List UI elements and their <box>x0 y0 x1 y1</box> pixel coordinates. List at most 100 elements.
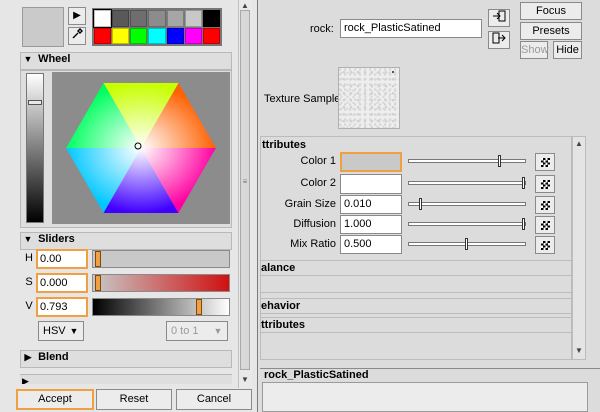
collapsed-section-attributes[interactable]: ttributes <box>260 317 572 333</box>
reset-button[interactable]: Reset <box>96 389 172 410</box>
attribute-value-field[interactable]: 0.010 <box>340 195 402 214</box>
h-slider[interactable] <box>92 250 230 268</box>
accept-button[interactable]: Accept <box>16 389 94 410</box>
palette-swatch[interactable] <box>130 10 148 27</box>
attributes-section-header[interactable]: ttributes <box>262 139 306 151</box>
output-connections-button[interactable] <box>488 31 510 49</box>
checker-icon <box>541 241 550 250</box>
value-slider-thumb[interactable] <box>28 100 42 105</box>
palette-swatch[interactable] <box>112 10 130 27</box>
show-button[interactable]: Show <box>520 41 549 59</box>
attribute-slider-thumb[interactable] <box>522 218 525 230</box>
attribute-slider[interactable] <box>408 159 526 163</box>
node-name-field[interactable]: rock_PlasticSatined <box>340 19 482 38</box>
color-mode-dropdown[interactable]: HSV ▼ <box>38 321 84 341</box>
map-texture-button[interactable] <box>535 196 555 214</box>
wheel-section-header[interactable]: ▼ Wheel <box>20 52 232 70</box>
attribute-slider-thumb[interactable] <box>465 238 468 250</box>
attribute-label: Color 1 <box>300 155 336 167</box>
palette-swatch[interactable] <box>202 27 220 44</box>
value-vertical-slider[interactable] <box>26 73 44 223</box>
attribute-value-field[interactable]: 1.000 <box>340 215 402 234</box>
editor-scrollbar[interactable] <box>572 136 586 360</box>
palette-swatch[interactable] <box>166 27 184 44</box>
attribute-slider-thumb[interactable] <box>419 198 422 210</box>
palette-swatch[interactable] <box>92 9 113 28</box>
v-field[interactable]: 0.793 <box>36 297 88 317</box>
color-swatch-field[interactable] <box>340 174 402 194</box>
s-label: S <box>25 276 33 288</box>
attribute-label: Mix Ratio <box>290 238 336 250</box>
hide-button[interactable]: Hide <box>553 41 582 59</box>
color-palette[interactable] <box>92 8 222 46</box>
attribute-slider-thumb[interactable] <box>522 177 525 189</box>
color-swatch-field[interactable] <box>340 152 402 172</box>
palette-swatch[interactable] <box>166 10 184 27</box>
color-mode-value: HSV <box>43 325 66 337</box>
current-color-swatch <box>22 7 64 47</box>
arrow-tool-button[interactable]: ▶ <box>68 7 86 25</box>
scroll-grip-icon: ≡ <box>242 177 248 186</box>
collapsed-section-balance[interactable]: alance <box>260 260 572 276</box>
h-slider-thumb[interactable] <box>95 251 101 267</box>
partial-section-header: ▶ <box>20 374 232 384</box>
palette-swatch[interactable] <box>184 27 202 44</box>
v-slider-thumb[interactable] <box>196 299 202 315</box>
palette-swatch[interactable] <box>148 10 166 27</box>
map-texture-button[interactable] <box>535 216 555 234</box>
hue-hexagon[interactable] <box>52 72 230 224</box>
palette-swatch[interactable] <box>130 27 148 44</box>
checker-icon <box>541 221 550 230</box>
palette-swatch[interactable] <box>148 27 166 44</box>
triangle-right-icon: ▶ <box>24 352 32 362</box>
attribute-slider[interactable] <box>408 181 526 185</box>
eyedropper-button[interactable] <box>68 27 86 45</box>
s-slider[interactable] <box>92 274 230 292</box>
blend-section-header[interactable]: ▶ Blend <box>20 350 232 368</box>
chevron-down-icon: ▼ <box>23 234 33 244</box>
palette-swatch[interactable] <box>112 27 130 44</box>
output-connection-icon <box>492 32 506 44</box>
attribute-label: Color 2 <box>300 177 336 189</box>
eyedropper-icon <box>72 28 83 39</box>
v-slider[interactable] <box>92 298 230 316</box>
attribute-slider-thumb[interactable] <box>498 155 501 167</box>
node-type-label: rock: <box>310 23 334 35</box>
sliders-section-header[interactable]: ▼ Sliders <box>20 232 232 250</box>
scroll-up-icon[interactable]: ▲ <box>573 138 585 150</box>
chevron-down-icon: ▼ <box>23 54 33 64</box>
map-texture-button[interactable] <box>535 236 555 254</box>
s-field[interactable]: 0.000 <box>36 273 88 293</box>
attribute-slider[interactable] <box>408 202 526 206</box>
map-texture-button[interactable] <box>535 153 555 171</box>
input-connections-button[interactable] <box>488 9 510 27</box>
range-dropdown[interactable]: 0 to 1 ▼ <box>166 321 228 341</box>
range-value: 0 to 1 <box>171 325 199 337</box>
chevron-down-icon: ▼ <box>213 326 223 336</box>
scroll-down-icon[interactable]: ▼ <box>239 374 251 386</box>
chevron-down-icon: ▼ <box>69 326 79 336</box>
palette-swatch[interactable] <box>94 27 112 44</box>
cancel-button[interactable]: Cancel <box>176 389 252 410</box>
triangle-right-icon: ▶ <box>22 376 29 384</box>
s-slider-thumb[interactable] <box>95 275 101 291</box>
presets-button[interactable]: Presets <box>520 22 582 40</box>
notes-field[interactable] <box>262 382 588 412</box>
chooser-scroll-thumb[interactable] <box>240 10 250 370</box>
collapsed-section-behavior[interactable]: ehavior <box>260 298 572 314</box>
map-texture-button[interactable] <box>535 175 555 193</box>
triangle-right-icon: ▶ <box>73 10 81 21</box>
texture-dot <box>392 71 394 73</box>
texture-sample-label: Texture Sample <box>264 93 341 105</box>
scroll-down-icon[interactable]: ▼ <box>573 345 585 357</box>
focus-button[interactable]: Focus <box>520 2 582 20</box>
h-field[interactable]: 0.00 <box>36 249 88 269</box>
palette-swatch[interactable] <box>202 10 220 27</box>
checker-icon <box>541 180 550 189</box>
texture-sample-image <box>338 67 400 129</box>
attribute-value-field[interactable]: 0.500 <box>340 235 402 254</box>
checker-icon <box>541 158 550 167</box>
palette-swatch[interactable] <box>184 10 202 27</box>
attribute-slider[interactable] <box>408 222 526 226</box>
color-wheel-area[interactable] <box>52 72 230 224</box>
